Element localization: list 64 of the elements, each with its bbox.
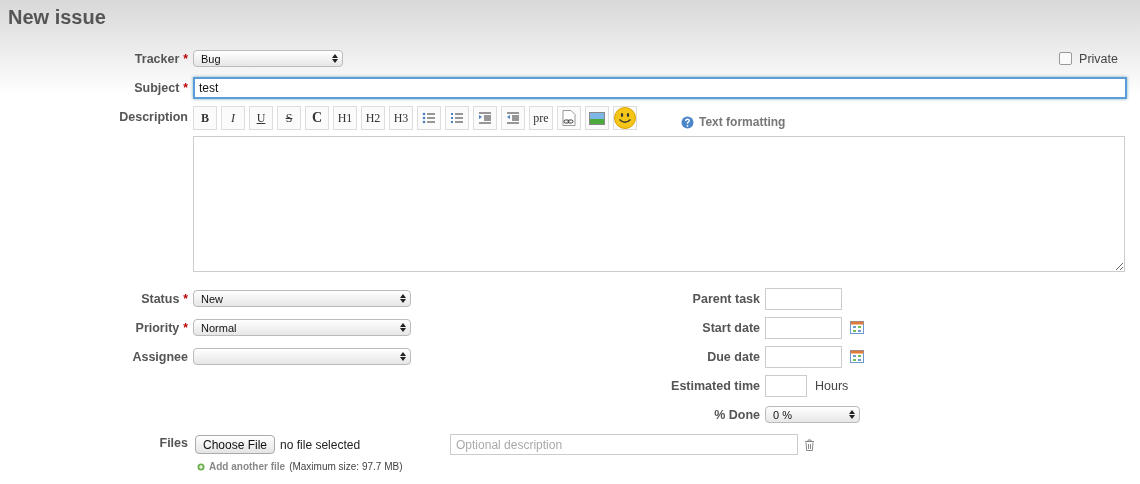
field-label: Assignee [132,349,188,364]
format-button[interactable]: I [221,106,245,130]
format-button[interactable]: S [277,106,301,130]
up-down-arrows-icon [849,410,855,419]
required-mark: * [183,51,188,66]
image-icon [589,111,605,125]
indent-icon [478,112,492,124]
date-field[interactable] [765,345,842,368]
private-label: Private [1079,51,1118,66]
unit-label: Hours [815,378,849,393]
format-button[interactable]: H1 [333,106,357,130]
subject-field[interactable]: test [193,76,1127,99]
field-label: % Done [714,407,760,422]
dropdown-select[interactable] [193,348,411,365]
done-select[interactable]: 0 % [765,406,860,423]
max-size-note: (Maximum size: 97.7 MB) [289,461,403,472]
date-field[interactable] [765,316,842,339]
field-label: Due date [707,349,760,364]
toolbar-button[interactable] [613,106,637,130]
field-label: Files [159,436,188,450]
trash-icon[interactable] [804,438,816,451]
document-link-icon [562,110,576,126]
page-title: New issue [7,5,107,30]
field-label: Start date [702,320,760,335]
file-status: no file selected [280,437,362,452]
help-icon [681,115,694,129]
plus-circle-icon [197,462,205,471]
format-button[interactable]: U [249,106,273,130]
format-button[interactable]: H3 [389,106,413,130]
description-field[interactable] [193,136,1125,272]
field-label: Estimated time [671,378,760,393]
tracker-select[interactable]: Bug [193,50,343,67]
private-checkbox[interactable] [1059,52,1073,65]
choose-file-button[interactable]: Choose File [195,435,276,454]
required-mark: * [183,291,188,306]
hours-field[interactable] [765,374,807,397]
bulleted-list-icon [422,112,436,124]
smiley-icon [614,107,636,129]
add-file-link[interactable]: Add another file [209,461,286,472]
field-label: Subject [134,80,180,95]
up-down-arrows-icon [400,323,406,332]
required-mark: * [183,320,188,335]
format-button[interactable]: H2 [361,106,385,130]
field-label: Priority [135,320,180,335]
outdent-icon [506,112,520,124]
numbered-list-icon [450,112,464,124]
field-label: Tracker [134,51,180,66]
format-button[interactable]: pre [529,106,553,130]
field-label: Status [141,291,180,306]
field-label: Description [119,110,188,124]
up-down-arrows-icon [400,294,406,303]
required-mark: * [183,80,188,95]
calendar-icon[interactable] [850,321,864,334]
format-button[interactable]: B [193,106,217,130]
calendar-icon[interactable] [850,350,864,363]
dropdown-select[interactable]: New [193,290,411,307]
up-down-arrows-icon [332,54,338,63]
text-formatting-link[interactable]: Text formatting [681,115,786,129]
text-field[interactable] [765,287,842,310]
field-label: Parent task [692,291,760,306]
up-down-arrows-icon [400,352,406,361]
format-button[interactable]: C [305,106,329,130]
file-description-field[interactable]: Optional description [450,434,799,455]
dropdown-select[interactable]: Normal [193,319,411,336]
